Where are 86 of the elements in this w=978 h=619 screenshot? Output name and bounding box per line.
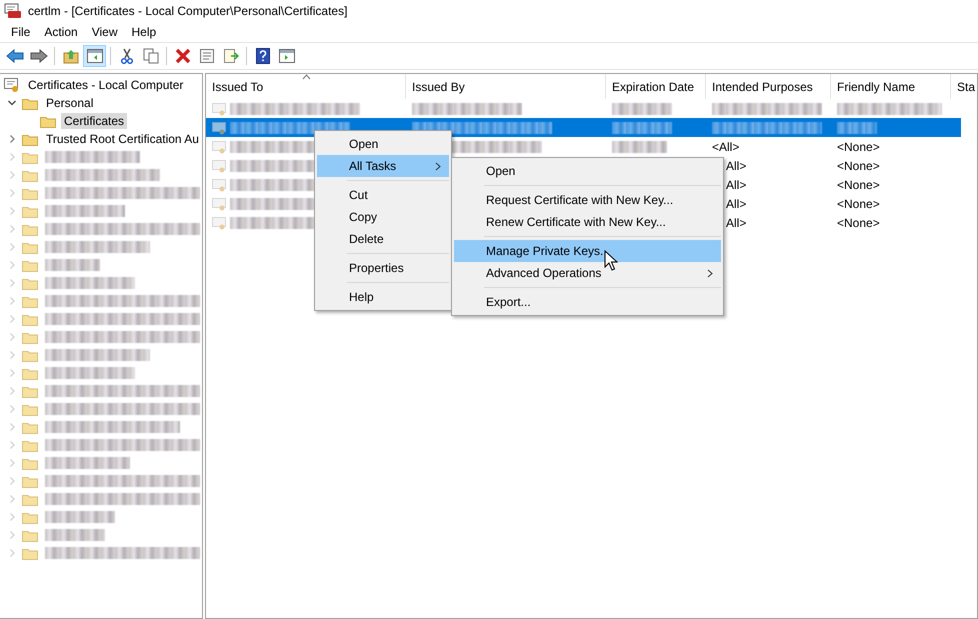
window-title: certlm - [Certificates - Local Computer\Personal\Certificates]	[28, 4, 348, 18]
tree-item[interactable]: Certificates - Local Computer	[25, 77, 186, 93]
table-cell: <None>	[837, 178, 880, 192]
copy-icon	[142, 48, 158, 64]
folder-icon	[22, 222, 38, 236]
folder-icon	[22, 420, 38, 434]
folder-icon	[22, 492, 38, 506]
certificate-icon	[212, 140, 226, 154]
menu-item[interactable]: Export...	[454, 291, 721, 313]
tree-item[interactable]: Certificates	[61, 113, 128, 129]
table-cell: <None>	[837, 216, 880, 230]
selected-row-highlight[interactable]	[206, 118, 961, 137]
column-header[interactable]: Sta	[951, 74, 977, 99]
folder-icon	[40, 114, 56, 128]
menu-item[interactable]: Request Certificate with New Key...	[454, 189, 721, 211]
menu-item[interactable]: Properties	[317, 257, 449, 279]
certificate-icon	[212, 178, 226, 192]
table-cell: All>	[726, 216, 746, 230]
folder-icon	[22, 438, 38, 452]
tree-item[interactable]: Personal	[43, 95, 96, 111]
app-icon	[4, 3, 22, 19]
folder-icon	[22, 456, 38, 470]
forward-arrow-icon	[30, 49, 48, 63]
table-cell: All>	[726, 196, 746, 210]
folder-icon	[22, 312, 38, 326]
delete-icon	[174, 48, 190, 64]
certificate-icon	[212, 102, 226, 116]
folder-up-icon	[62, 48, 78, 64]
folder-icon	[22, 294, 38, 308]
menu-bar-item[interactable]: Help	[124, 25, 164, 39]
folder-icon	[22, 168, 38, 182]
help-icon	[256, 48, 270, 64]
folder-icon	[22, 546, 38, 560]
column-header[interactable]: Expiration Date	[606, 74, 706, 99]
scissors-icon	[120, 48, 134, 64]
column-header[interactable]: Issued To	[206, 74, 406, 99]
menu-bar-item[interactable]: File	[4, 25, 38, 39]
tree-item[interactable]: Trusted Root Certification Au	[43, 131, 202, 147]
column-header[interactable]: Friendly Name	[831, 74, 951, 99]
menu-item[interactable]: Renew Certificate with New Key...	[454, 211, 721, 233]
menu-item[interactable]: Open	[317, 133, 449, 155]
folder-icon	[22, 510, 38, 524]
menu-item[interactable]: Cut	[317, 184, 449, 206]
folder-icon	[22, 186, 38, 200]
folder-icon	[22, 384, 38, 398]
table-cell: <None>	[837, 140, 880, 154]
certificate-icon	[212, 120, 226, 134]
folder-icon	[22, 402, 38, 416]
folder-icon	[22, 348, 38, 362]
table-cell: <All>	[712, 140, 740, 154]
folder-icon	[22, 150, 38, 164]
folder-icon	[22, 240, 38, 254]
folder-icon	[22, 276, 38, 290]
folder-icon	[22, 96, 38, 110]
menu-item[interactable]: Help	[317, 286, 449, 308]
folder-icon	[22, 132, 38, 146]
back-arrow-icon	[6, 49, 24, 63]
certificate-icon	[212, 158, 226, 172]
menu-item[interactable]: Copy	[317, 206, 449, 228]
export-list-icon	[222, 48, 238, 64]
properties-icon	[198, 48, 214, 64]
menu-item[interactable]: Manage Private Keys...	[454, 240, 721, 262]
menu-item[interactable]: Delete	[317, 228, 449, 250]
certificate-store-icon	[4, 77, 20, 93]
table-cell: All>	[726, 158, 746, 172]
menu-item[interactable]: Advanced Operations	[454, 262, 721, 284]
action-pane-icon	[278, 49, 294, 63]
table-cell: All>	[726, 178, 746, 192]
menu-item[interactable]: Open	[454, 160, 721, 182]
folder-icon	[22, 366, 38, 380]
certificate-icon	[212, 196, 226, 210]
column-header[interactable]: Issued By	[406, 74, 606, 99]
menu-bar-item[interactable]: Action	[37, 25, 85, 39]
folder-icon	[22, 474, 38, 488]
table-cell: <None>	[837, 196, 880, 210]
column-header[interactable]: Intended Purposes	[706, 74, 831, 99]
tree-pane-icon	[86, 49, 102, 63]
folder-icon	[22, 258, 38, 272]
folder-icon	[22, 528, 38, 542]
table-cell: <None>	[837, 158, 880, 172]
certificate-icon	[212, 216, 226, 230]
folder-icon	[22, 330, 38, 344]
menu-item[interactable]: All Tasks	[317, 155, 449, 177]
toolbar-button[interactable]	[83, 45, 106, 67]
menu-bar-item[interactable]: View	[84, 25, 124, 39]
folder-icon	[22, 204, 38, 218]
